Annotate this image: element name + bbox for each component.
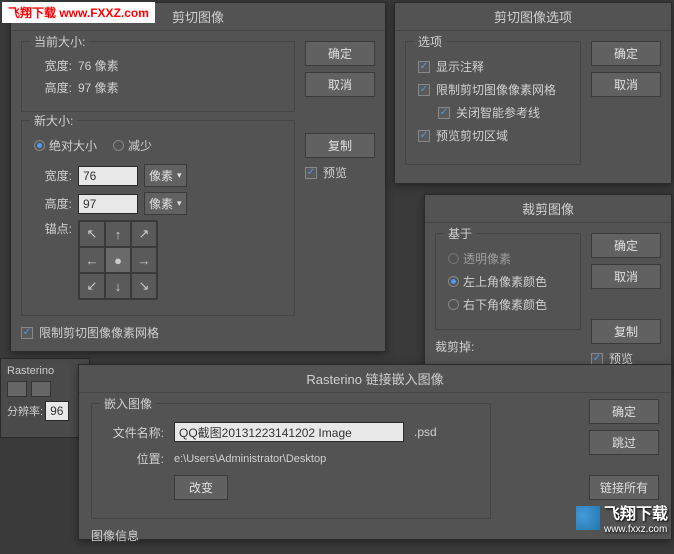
radio-topleft[interactable]: 左上角像素颜色 [448,273,568,290]
limit-grid-checkbox[interactable]: 限制剪切图像像素网格 [21,324,295,341]
checkbox-icon [438,107,450,119]
radio-dot-icon [448,276,459,287]
location-value: e:\Users\Administrator\Desktop [174,453,326,465]
height-label: 高度: [34,79,72,96]
location-label: 位置: [104,450,164,467]
anchor-se[interactable]: ↘ [131,273,157,299]
radio-decrease[interactable]: 减少 [113,137,152,154]
filename-input[interactable] [174,422,404,442]
crop-label: 裁剪掉: [435,338,474,355]
resolution-input[interactable] [45,401,69,421]
ok-button[interactable]: 确定 [591,41,661,66]
radio-dot-icon [448,253,459,264]
filename-label: 文件名称: [104,424,164,441]
checkbox-icon [418,84,430,96]
radio-transparent[interactable]: 透明像素 [448,250,568,267]
radio-dot-icon [34,140,45,151]
cancel-button[interactable]: 取消 [305,72,375,97]
group-title: 选项 [414,33,446,50]
dialog-title: Rasterino 链接嵌入图像 [79,365,671,393]
file-ext: .psd [414,425,437,439]
show-annotation-checkbox[interactable]: 显示注释 [418,58,568,75]
anchor-c[interactable]: ● [105,247,131,273]
width-value: 76 像素 [78,57,119,74]
dialog-title: 剪切图像选项 [395,3,671,31]
new-size-group: 新大小: 绝对大小 减少 宽度:像素 高度:像素 锚点: ↖↑↗ ←●→ ↙↓↘ [21,120,295,316]
image-info-label: 图像信息 [91,527,659,544]
dialog-title: 裁剪图像 [425,195,671,223]
dialog-crop-image: 剪切图像 当前大小: 宽度:76 像素 高度:97 像素 新大小: 绝对大小 减… [10,2,386,352]
anchor-e[interactable]: → [131,247,157,273]
panel-title: Rasterino [7,365,83,377]
radio-bottomright[interactable]: 右下角像素颜色 [448,296,568,313]
radio-dot-icon [448,299,459,310]
change-button[interactable]: 改变 [174,475,228,500]
ok-button[interactable]: 确定 [589,399,659,424]
checkbox-icon [21,327,33,339]
radio-absolute[interactable]: 绝对大小 [34,137,97,154]
skip-button[interactable]: 跳过 [589,430,659,455]
limit-grid-checkbox[interactable]: 限制剪切图像像素网格 [418,81,568,98]
radio-dot-icon [113,140,124,151]
ok-button[interactable]: 确定 [591,233,661,258]
height-label: 高度: [34,195,72,212]
group-title: 新大小: [30,112,77,129]
height-value: 97 像素 [78,79,119,96]
link-all-button[interactable]: 链接所有 [589,475,659,500]
dialog-crop-options: 剪切图像选项 选项 显示注释 限制剪切图像像素网格 关闭智能参考线 预览剪切区域… [394,2,672,184]
checkbox-icon [305,167,317,179]
wing-icon [576,506,600,530]
anchor-w[interactable]: ← [79,247,105,273]
checkbox-icon [591,353,603,365]
height-unit-select[interactable]: 像素 [144,192,187,215]
based-on-group: 基于 透明像素 左上角像素颜色 右下角像素颜色 [435,233,581,330]
anchor-ne[interactable]: ↗ [131,221,157,247]
anchor-grid: ↖↑↗ ←●→ ↙↓↘ [78,220,158,300]
width-input[interactable] [78,166,138,186]
anchor-sw[interactable]: ↙ [79,273,105,299]
width-label: 宽度: [34,167,72,184]
embed-group: 嵌入图像 文件名称:.psd 位置:e:\Users\Administrator… [91,403,491,519]
rasterino-panel: Rasterino 分辨率: [0,358,90,438]
panel-icon-link[interactable] [7,381,27,397]
group-title: 基于 [444,225,476,242]
anchor-label: 锚点: [34,220,72,237]
resolution-label: 分辨率: [7,403,43,419]
height-input[interactable] [78,194,138,214]
cancel-button[interactable]: 取消 [591,264,661,289]
cancel-button[interactable]: 取消 [591,72,661,97]
ok-button[interactable]: 确定 [305,41,375,66]
options-group: 选项 显示注释 限制剪切图像像素网格 关闭智能参考线 预览剪切区域 [405,41,581,165]
watermark-bottom: 飞翔下载 www.fxxz.com [576,500,668,535]
preview-checkbox[interactable]: 预览 [305,164,375,181]
dialog-trim-image: 裁剪图像 基于 透明像素 左上角像素颜色 右下角像素颜色 裁剪掉: 确定 取消 … [424,194,672,378]
panel-icon-embed[interactable] [31,381,51,397]
anchor-nw[interactable]: ↖ [79,221,105,247]
anchor-n[interactable]: ↑ [105,221,131,247]
close-guides-checkbox[interactable]: 关闭智能参考线 [438,104,568,121]
width-unit-select[interactable]: 像素 [144,164,187,187]
copy-button[interactable]: 复制 [305,133,375,158]
group-title: 当前大小: [30,33,89,50]
group-title: 嵌入图像 [100,395,156,412]
current-size-group: 当前大小: 宽度:76 像素 高度:97 像素 [21,41,295,112]
preview-area-checkbox[interactable]: 预览剪切区域 [418,127,568,144]
copy-button[interactable]: 复制 [591,319,661,344]
anchor-s[interactable]: ↓ [105,273,131,299]
watermark-top: 飞翔下载 www.FXXZ.com [2,2,155,23]
width-label: 宽度: [34,57,72,74]
checkbox-icon [418,61,430,73]
checkbox-icon [418,130,430,142]
